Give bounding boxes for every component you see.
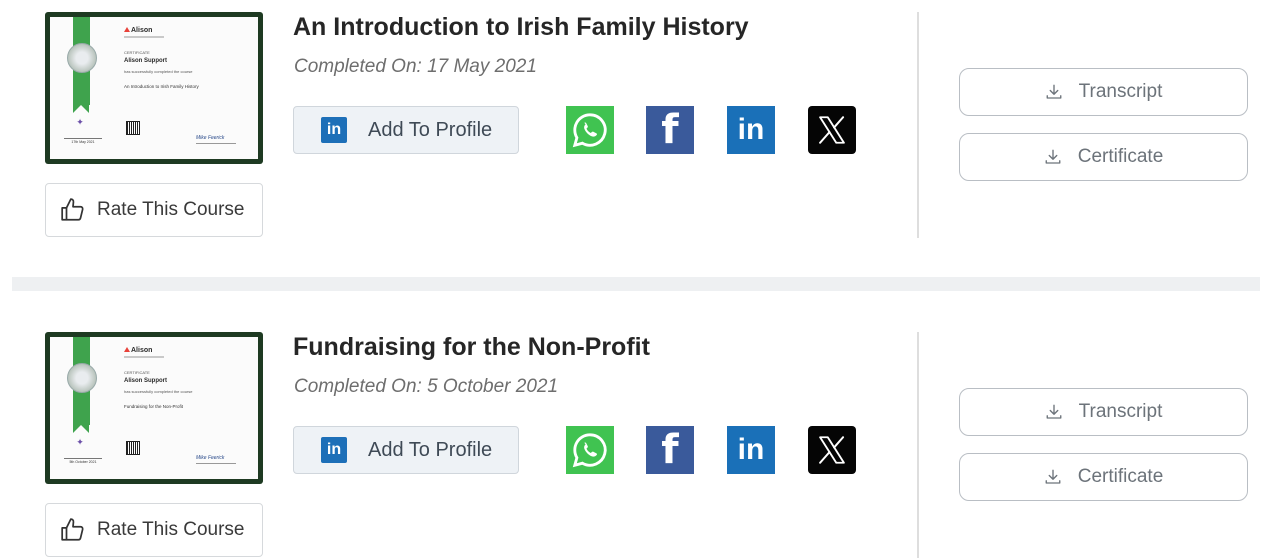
rate-course-label: Rate This Course: [97, 199, 245, 220]
course-title: Fundraising for the Non-Profit: [293, 333, 650, 361]
add-to-profile-button[interactable]: in Add To Profile: [293, 426, 519, 474]
completed-date: Completed On: 5 October 2021: [294, 376, 559, 397]
course-card: ✦ Alison CERTIFICATE Alison Support has …: [0, 0, 1276, 250]
seal-icon: [67, 363, 97, 393]
whatsapp-icon: [572, 433, 607, 468]
certificate-label: Certificate: [1077, 146, 1164, 167]
cert-brand: Alison: [124, 27, 152, 34]
share-linkedin-button[interactable]: in: [727, 106, 775, 154]
facebook-icon: f: [661, 427, 679, 473]
add-to-profile-label: Add To Profile: [368, 438, 493, 461]
share-facebook-button[interactable]: f: [646, 426, 694, 474]
whatsapp-icon: [572, 113, 607, 148]
thumbs-up-icon: [61, 198, 84, 221]
cert-statement: has successfully completed the course: [124, 389, 193, 394]
seal-icon: [67, 43, 97, 73]
cert-heading: CERTIFICATE: [124, 50, 150, 55]
cert-signature: Mike Feerick: [196, 455, 225, 461]
transcript-label: Transcript: [1078, 401, 1163, 422]
download-icon: [1046, 404, 1062, 419]
transcript-label: Transcript: [1078, 81, 1163, 102]
cpd-badge-icon: ✦: [76, 117, 84, 127]
facebook-icon: f: [661, 107, 679, 153]
share-facebook-button[interactable]: f: [646, 106, 694, 154]
certificate-label: Certificate: [1077, 466, 1164, 487]
signature-line: [196, 463, 236, 464]
add-to-profile-label: Add To Profile: [368, 118, 493, 141]
cert-signature: Mike Feerick: [196, 135, 225, 141]
x-icon: [819, 436, 845, 464]
linkedin-icon: in: [321, 437, 347, 463]
cert-brand: Alison: [124, 347, 152, 354]
rate-course-button[interactable]: Rate This Course: [45, 183, 263, 237]
vertical-divider: [917, 332, 919, 558]
linkedin-icon: in: [737, 433, 765, 466]
cert-recipient: Alison Support: [124, 378, 167, 384]
x-icon: [819, 116, 845, 144]
add-to-profile-button[interactable]: in Add To Profile: [293, 106, 519, 154]
share-linkedin-button[interactable]: in: [727, 426, 775, 474]
share-x-button[interactable]: [808, 426, 856, 474]
completed-date: Completed On: 17 May 2021: [294, 56, 537, 77]
download-transcript-button[interactable]: Transcript: [959, 68, 1248, 116]
cpd-badge-icon: ✦: [76, 437, 84, 447]
rate-course-button[interactable]: Rate This Course: [45, 503, 263, 557]
download-icon: [1045, 149, 1061, 164]
linkedin-icon: in: [737, 113, 765, 146]
download-certificate-button[interactable]: Certificate: [959, 453, 1248, 501]
download-icon: [1046, 84, 1062, 99]
cert-heading: CERTIFICATE: [124, 370, 150, 375]
thumbs-up-icon: [61, 518, 84, 541]
download-certificate-button[interactable]: Certificate: [959, 133, 1248, 181]
course-title: An Introduction to Irish Family History: [293, 13, 749, 41]
cert-brand-tagline: [124, 356, 164, 358]
vertical-divider: [917, 12, 919, 238]
qr-code-icon: [126, 121, 140, 135]
cert-date: 17th May 2021: [64, 138, 102, 144]
certificate-preview: ✦ Alison CERTIFICATE Alison Support has …: [50, 337, 258, 479]
cert-date: 5th October 2021: [64, 458, 102, 464]
cert-course: Fundraising for the Non-Profit: [124, 404, 184, 409]
course-card: ✦ Alison CERTIFICATE Alison Support has …: [0, 320, 1276, 558]
cert-recipient: Alison Support: [124, 58, 167, 64]
download-transcript-button[interactable]: Transcript: [959, 388, 1248, 436]
cert-course: An Introduction to Irish Family History: [124, 84, 199, 89]
certificate-thumbnail[interactable]: ✦ Alison CERTIFICATE Alison Support has …: [45, 12, 263, 164]
signature-line: [196, 143, 236, 144]
share-whatsapp-button[interactable]: [566, 106, 614, 154]
certificate-preview: ✦ Alison CERTIFICATE Alison Support has …: [50, 17, 258, 159]
linkedin-icon: in: [321, 117, 347, 143]
share-x-button[interactable]: [808, 106, 856, 154]
certificate-thumbnail[interactable]: ✦ Alison CERTIFICATE Alison Support has …: [45, 332, 263, 484]
share-whatsapp-button[interactable]: [566, 426, 614, 474]
cert-statement: has successfully completed the course: [124, 69, 193, 74]
qr-code-icon: [126, 441, 140, 455]
card-separator: [12, 277, 1260, 291]
download-icon: [1045, 469, 1061, 484]
rate-course-label: Rate This Course: [97, 519, 245, 540]
cert-brand-tagline: [124, 36, 164, 38]
